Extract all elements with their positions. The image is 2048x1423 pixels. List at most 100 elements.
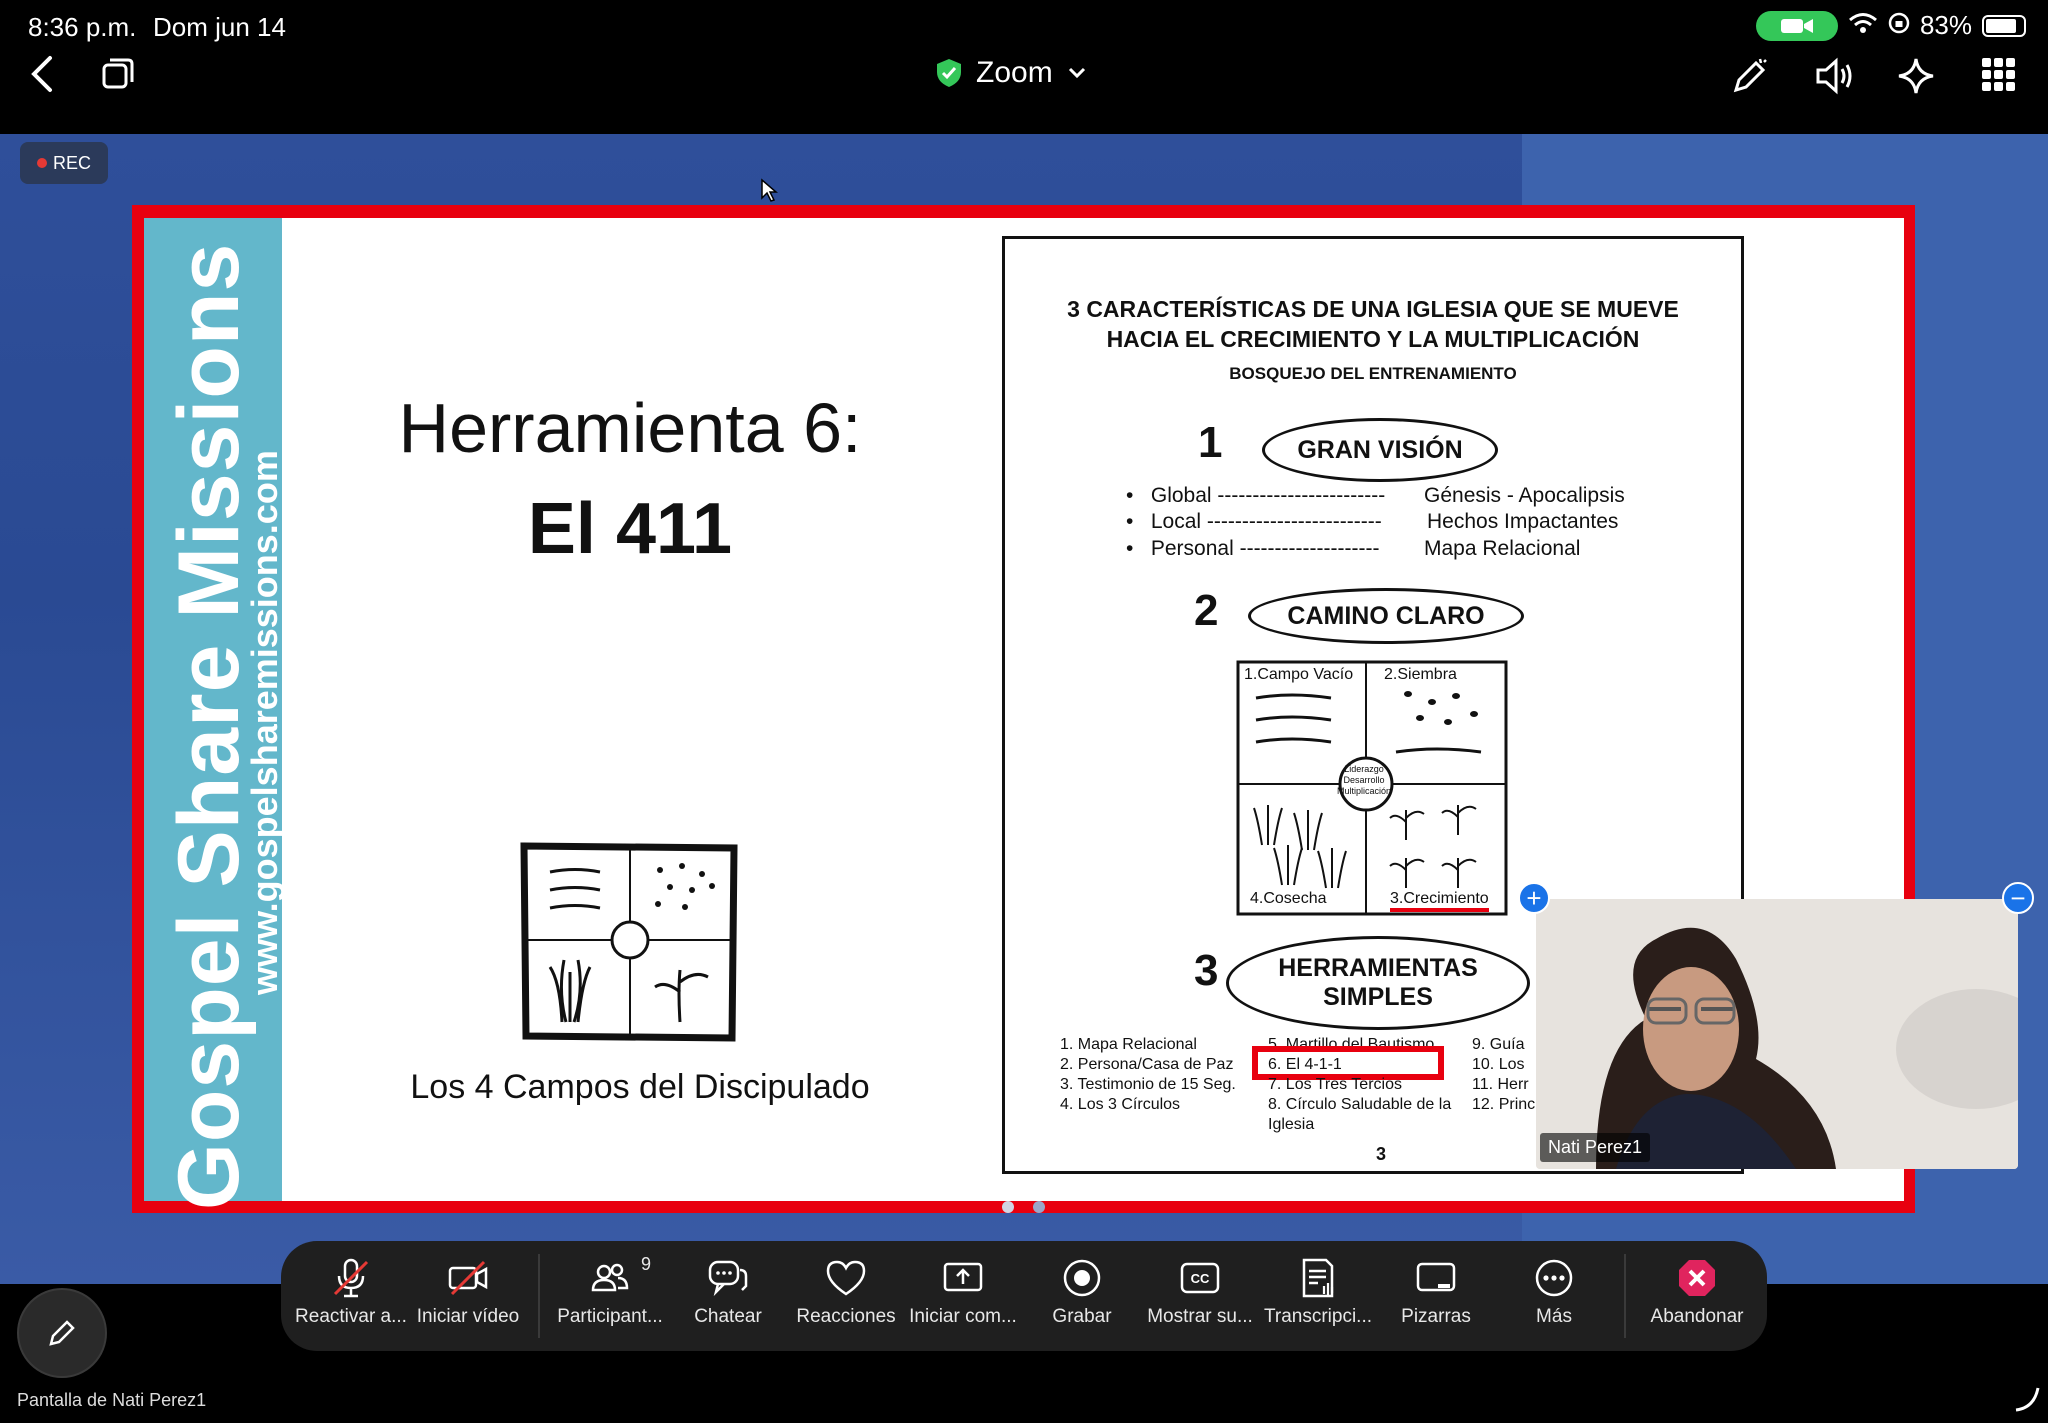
back-chevron-icon[interactable] bbox=[28, 54, 56, 94]
outline-heading-line2: HACIA EL CRECIMIENTO Y LA MULTIPLICACIÓN bbox=[1106, 326, 1640, 352]
participants-label: Participant... bbox=[557, 1306, 663, 1327]
pencil-icon bbox=[49, 1320, 75, 1346]
slide-brand-url: www.gospelsharemissions.com bbox=[244, 450, 285, 995]
screen-share-owner-label: Pantalla de Nati Perez1 bbox=[17, 1390, 207, 1410]
apps-grid-icon[interactable] bbox=[1982, 58, 2016, 92]
more-button[interactable]: Más bbox=[1496, 1256, 1612, 1328]
captions-label: Mostrar su... bbox=[1147, 1306, 1253, 1327]
status-date: Dom jun 14 bbox=[153, 12, 286, 42]
section1-number: 1 bbox=[1198, 418, 1223, 467]
recording-label: REC bbox=[52, 152, 91, 173]
tool-item: 8. Círculo Saludable de la bbox=[1268, 1096, 1452, 1113]
annotate-button[interactable] bbox=[17, 1288, 107, 1378]
self-view-name: Nati Perez1 bbox=[1540, 1133, 1651, 1162]
recording-badge: REC bbox=[20, 142, 108, 184]
field-label-q1: 1.Campo Vacío bbox=[1244, 666, 1354, 683]
vision-row-right: Génesis - Apocalipsis bbox=[1424, 484, 1625, 507]
speaker-icon[interactable] bbox=[1814, 56, 1856, 96]
field-center-label: Liderazgo Desarrollo Multiplicación bbox=[1336, 764, 1392, 796]
security-shield-icon bbox=[937, 59, 961, 87]
chat-button[interactable]: Chatear bbox=[670, 1256, 786, 1328]
slide-title-line1: Herramienta 6: bbox=[398, 389, 862, 467]
battery-percent: 83% bbox=[1919, 10, 1972, 40]
tool-item: 1. Mapa Relacional bbox=[1060, 1036, 1197, 1053]
tool-item: 7. Los Tres Tercios bbox=[1268, 1076, 1402, 1093]
transcript-icon bbox=[1302, 1258, 1334, 1298]
highlight-box bbox=[1252, 1046, 1444, 1080]
vision-row-left: Personal -------------------- bbox=[1150, 537, 1380, 560]
tool-item: 10. Los bbox=[1472, 1056, 1525, 1073]
recording-dot-icon bbox=[36, 158, 47, 168]
reactions-button[interactable]: Reacciones bbox=[788, 1256, 904, 1328]
page-dot-active[interactable] bbox=[1002, 1201, 1014, 1213]
leave-icon bbox=[1679, 1260, 1715, 1296]
transcript-button[interactable]: Transcripci... bbox=[1260, 1256, 1376, 1328]
resize-corner-icon[interactable] bbox=[2012, 1384, 2042, 1414]
unmute-label: Reactivar a... bbox=[295, 1306, 407, 1327]
self-view-video[interactable] bbox=[1536, 899, 2018, 1169]
start-video-button[interactable]: Iniciar vídeo bbox=[410, 1256, 526, 1328]
record-button[interactable]: Grabar bbox=[1024, 1256, 1140, 1328]
wifi-icon bbox=[1848, 10, 1878, 41]
section1-title: GRAN VISIÓN bbox=[1262, 418, 1498, 482]
section3-title-line2: SIMPLES bbox=[1323, 983, 1433, 1011]
slide-caption: Los 4 Campos del Discipulado bbox=[410, 1068, 870, 1106]
leave-button[interactable]: Abandonar bbox=[1639, 1256, 1755, 1328]
four-fields-illustration bbox=[520, 842, 738, 1042]
section3-title-line1: HERRAMIENTAS bbox=[1278, 954, 1478, 983]
section3-number: 3 bbox=[1194, 946, 1219, 995]
svg-text:CC: CC bbox=[1191, 1271, 1210, 1286]
mouse-cursor-icon bbox=[761, 178, 778, 202]
minus-icon: − bbox=[2010, 883, 2026, 913]
video-off-icon bbox=[448, 1260, 488, 1296]
page-dot[interactable] bbox=[1033, 1201, 1045, 1213]
minimize-video-button[interactable]: − bbox=[2002, 882, 2034, 914]
slide-title-line2: El 411 bbox=[527, 489, 733, 569]
whiteboard-icon bbox=[1416, 1262, 1456, 1292]
unmute-button[interactable]: Reactivar a... bbox=[293, 1256, 409, 1328]
tool-item: Iglesia bbox=[1268, 1116, 1315, 1133]
expand-video-button[interactable]: + bbox=[1518, 882, 1550, 914]
tool-item: 4. Los 3 Círculos bbox=[1060, 1096, 1181, 1113]
status-time: 8:36 p.m. bbox=[28, 12, 137, 42]
start-video-label: Iniciar vídeo bbox=[416, 1306, 520, 1327]
app-title: Zoom bbox=[976, 56, 1053, 89]
chevron-down-icon bbox=[1068, 67, 1085, 79]
annotate-pen-icon[interactable] bbox=[1730, 56, 1770, 96]
chat-icon bbox=[708, 1260, 748, 1297]
more-icon bbox=[1535, 1259, 1573, 1297]
record-icon bbox=[1063, 1259, 1101, 1297]
toolbar-divider bbox=[538, 1254, 540, 1338]
tool-item: 9. Guía bbox=[1472, 1036, 1525, 1053]
chat-label: Chatear bbox=[694, 1306, 762, 1327]
share-screen-icon bbox=[943, 1262, 983, 1292]
share-screen-button[interactable]: Iniciar com... bbox=[905, 1256, 1021, 1328]
outline-heading-line1: 3 CARACTERÍSTICAS DE UNA IGLESIA QUE SE … bbox=[1067, 296, 1679, 322]
vision-row: • Local ------------------------- bbox=[1126, 510, 1382, 533]
record-label: Grabar bbox=[1052, 1306, 1112, 1327]
cc-icon: CC bbox=[1180, 1262, 1220, 1294]
sparkle-ai-icon[interactable] bbox=[1896, 56, 1936, 96]
participant-count-badge: 9 bbox=[641, 1254, 652, 1274]
more-label: Más bbox=[1536, 1306, 1572, 1327]
app-title-menu[interactable]: Zoom bbox=[936, 56, 1087, 90]
multitask-windows-icon[interactable] bbox=[100, 56, 136, 90]
mic-off-icon bbox=[333, 1258, 369, 1298]
status-indicators: 83% bbox=[1755, 10, 2026, 41]
tool-item: 11. Herr bbox=[1472, 1076, 1529, 1093]
field-label-q3: 4.Cosecha bbox=[1250, 890, 1327, 907]
toolbar-divider bbox=[1624, 1254, 1626, 1338]
vision-row-left: Local ------------------------- bbox=[1150, 510, 1382, 533]
tool-item: 3. Testimonio de 15 Seg. bbox=[1060, 1076, 1236, 1093]
camera-in-use-icon bbox=[1755, 10, 1838, 41]
whiteboards-button[interactable]: Pizarras bbox=[1378, 1256, 1494, 1328]
plus-icon: + bbox=[1526, 883, 1542, 913]
participants-icon bbox=[591, 1263, 629, 1292]
captions-button[interactable]: CC Mostrar su... bbox=[1142, 1256, 1258, 1328]
whiteboards-label: Pizarras bbox=[1401, 1306, 1471, 1327]
heart-icon bbox=[826, 1260, 866, 1296]
vision-row: • Global ------------------------ bbox=[1126, 484, 1386, 507]
vision-row: • Personal -------------------- bbox=[1126, 537, 1380, 560]
outline-subheading: BOSQUEJO DEL ENTRENAMIENTO bbox=[1229, 364, 1517, 383]
section3-title: HERRAMIENTAS SIMPLES bbox=[1226, 936, 1530, 1030]
